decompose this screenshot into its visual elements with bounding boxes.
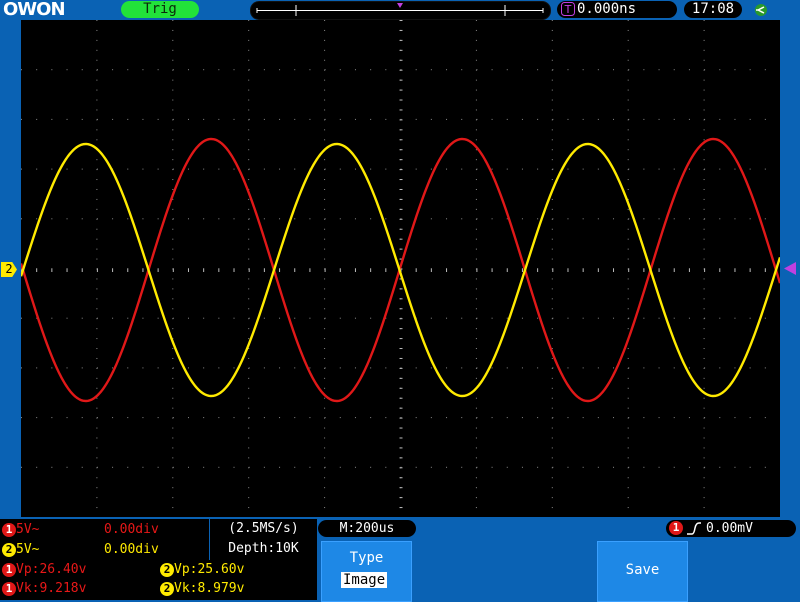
ch1-vk-measure: 1 Vk:9.218v (2, 580, 86, 598)
memory-depth: Depth:10K (228, 541, 299, 556)
ch2-badge: 2 (160, 562, 174, 577)
ch2-scale: 5V~ (16, 542, 40, 557)
ch2-vp-value: Vp:25.60v (174, 562, 245, 577)
ch1-scale: 5V~ (16, 522, 40, 537)
type-label: Type (349, 550, 384, 566)
trigger-readout: 1 0.00mV (666, 520, 796, 537)
ch1-vk-value: Vk:9.218v (16, 581, 87, 596)
ch1-badge: 1 (2, 581, 16, 596)
ch1-vp-value: Vp:26.40v (16, 562, 87, 577)
trigger-source-badge: 1 (669, 521, 683, 535)
ch2-vp-measure: 2 Vp:25.60v (160, 561, 244, 579)
svg-text:T: T (564, 3, 572, 16)
ch2-vk-value: Vk:8.979v (174, 581, 245, 596)
ch2-position-marker[interactable]: 2 (1, 262, 17, 277)
trigger-time-icon: T (561, 2, 575, 16)
usb-icon (755, 4, 767, 16)
trigger-level-arrow-icon[interactable] (782, 262, 796, 276)
ch2-vk-measure: 2 Vk:8.979v (160, 580, 244, 598)
ch2-position: 0.00div (104, 542, 159, 557)
acquisition-info: (2.5MS/s) Depth:10K (210, 519, 317, 560)
save-button[interactable]: Save (597, 541, 688, 602)
ch2-badge: 2 (160, 581, 174, 596)
type-value: Image (341, 572, 388, 588)
sample-rate: (2.5MS/s) (228, 521, 299, 536)
top-status-bar: OWON Trig T 0.000ns 17:08 (0, 0, 800, 20)
brand-logo: OWON (3, 0, 66, 20)
memory-position-bar[interactable] (250, 1, 551, 20)
type-menu-button[interactable]: Type Image (321, 541, 412, 602)
ch1-settings-row: 1 5V~ 0.00div (2, 521, 207, 539)
trigger-position-readout: T 0.000ns (557, 1, 677, 18)
ch1-badge: 1 (2, 522, 16, 537)
trigger-position-value: 0.000ns (577, 1, 637, 17)
clock: 17:08 (684, 1, 742, 18)
ch2-settings-row: 2 5V~ 0.00div (2, 541, 207, 559)
channel-settings: 1 5V~ 0.00div 2 5V~ 0.00div (0, 519, 209, 560)
ch1-position: 0.00div (104, 522, 159, 537)
timebase-readout: M:200us (318, 520, 416, 537)
rising-edge-icon (687, 522, 701, 535)
waveform-canvas (21, 20, 780, 509)
memory-window-icon (256, 3, 544, 16)
trigger-level-value: 0.00mV (706, 521, 753, 536)
waveform-display[interactable] (21, 20, 780, 517)
measurement-panel: 1 Vp:26.40v 2 Vp:25.60v 1 Vk:9.218v 2 Vk:8.9… (0, 560, 317, 600)
trigger-status-indicator: Trig (121, 1, 199, 18)
ch1-vp-measure: 1 Vp:26.40v (2, 561, 86, 579)
ch1-badge: 1 (2, 562, 16, 577)
ch2-badge: 2 (2, 542, 16, 557)
